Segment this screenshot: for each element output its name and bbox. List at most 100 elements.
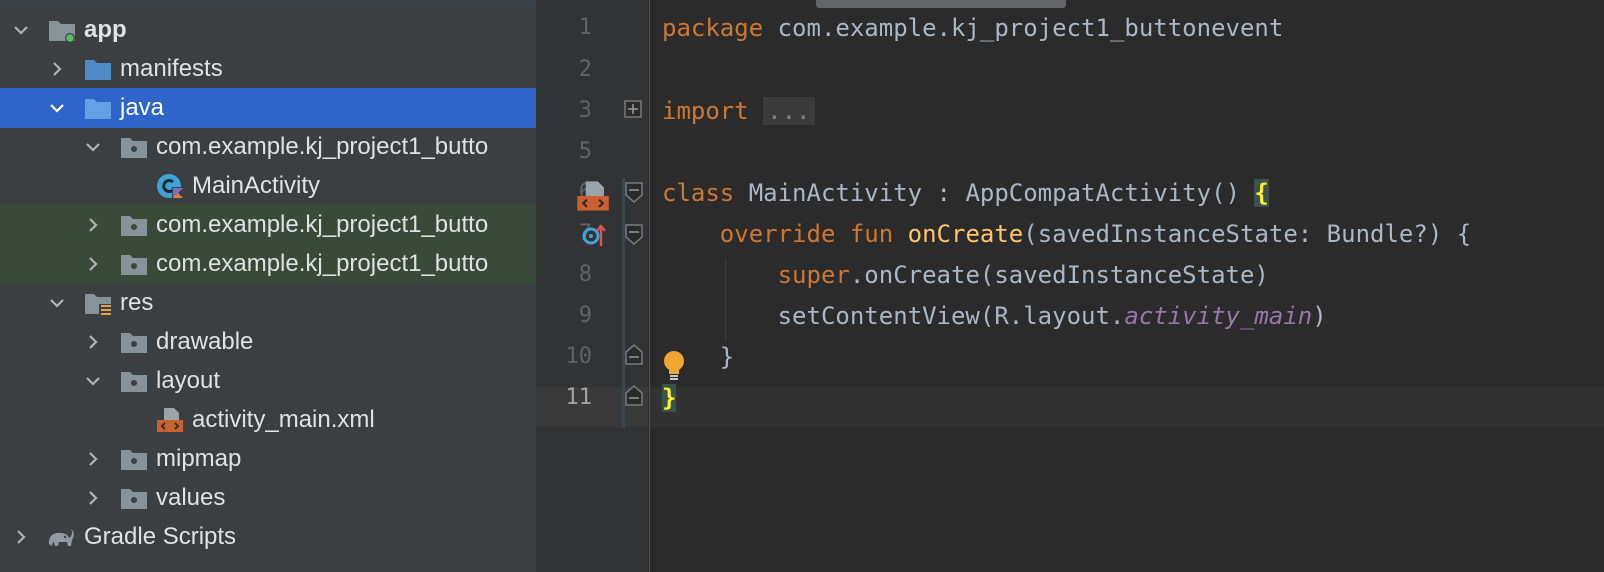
fold-expand-icon[interactable] [624, 100, 642, 118]
tree-item-label: values [156, 484, 226, 511]
class-declaration: MainActivity : AppCompatActivity() [734, 179, 1255, 207]
gradle-elephant-icon [46, 524, 74, 550]
code-line-1[interactable]: package com.example.kj_project1_buttonev… [662, 8, 1283, 48]
tree-item-res[interactable]: res [0, 283, 536, 323]
tree-item-package[interactable]: com.example.kj_project1_butto [0, 127, 536, 167]
kotlin-class-icon [156, 173, 184, 199]
tree-item-label: Gradle Scripts [84, 523, 237, 550]
tree-item-mipmap[interactable]: mipmap [0, 439, 536, 479]
tree-top-border [0, 0, 536, 8]
package-icon [120, 251, 148, 277]
method-call: .onCreate(savedInstanceState) [849, 261, 1269, 289]
chevron-right-icon[interactable] [82, 253, 104, 275]
chevron-down-icon[interactable] [82, 136, 104, 158]
module-folder-icon [48, 17, 76, 43]
tree-item-mainactivity[interactable]: MainActivity [0, 166, 536, 206]
layout-xml-icon [156, 407, 184, 433]
chevron-down-icon[interactable] [46, 292, 68, 314]
chevron-down-icon[interactable] [10, 19, 32, 41]
close-paren: ) [1312, 302, 1327, 330]
folder-icon [84, 95, 112, 121]
parameters: (savedInstanceState: Bundle?) { [1023, 220, 1472, 248]
tree-item-label: com.example.kj_project1_butto [156, 133, 489, 160]
tree-item-layout[interactable]: layout [0, 361, 536, 401]
layout-xml-gutter-icon[interactable] [576, 180, 610, 212]
tree-item-app[interactable]: app [0, 10, 536, 50]
code-line-9[interactable]: setContentView(R.layout.activity_main) [662, 296, 1327, 336]
fold-collapse-icon[interactable] [625, 224, 643, 246]
fold-end-icon[interactable] [625, 384, 643, 406]
tree-item-values[interactable]: values [0, 478, 536, 518]
tree-item-label: MainActivity [192, 172, 321, 199]
tree-item-label: app [84, 16, 127, 43]
tree-item-label: com.example.kj_project1_butto [156, 211, 489, 238]
tree-item-java[interactable]: java [0, 88, 536, 128]
line-number: 10 [565, 344, 593, 369]
tree-item-package[interactable]: com.example.kj_project1_butto [0, 205, 536, 245]
tree-item-manifests[interactable]: manifests [0, 49, 536, 89]
tree-item-gradle-scripts[interactable]: Gradle Scripts [0, 517, 536, 557]
line-number: 2 [578, 57, 592, 82]
chevron-down-icon[interactable] [82, 370, 104, 392]
code-line-7[interactable]: override fun onCreate(savedInstanceState… [662, 214, 1471, 254]
project-tree-panel: app manifests java com.example.kj_projec… [0, 0, 536, 572]
folder-icon [84, 56, 112, 82]
tree-item-activity-main-xml[interactable]: activity_main.xml [0, 400, 536, 440]
keyword: package [662, 14, 764, 42]
package-icon [120, 368, 148, 394]
tree-item-label: activity_main.xml [192, 406, 375, 433]
keyword: import [662, 97, 749, 125]
chevron-right-icon[interactable] [82, 214, 104, 236]
chevron-right-icon[interactable] [82, 331, 104, 353]
code-line-11[interactable]: } [662, 378, 677, 418]
tree-item-package[interactable]: com.example.kj_project1_butto [0, 244, 536, 284]
tree-item-label: manifests [120, 55, 223, 82]
gutter-separator [649, 0, 650, 572]
tree-item-label: java [120, 94, 165, 121]
current-line-highlight [650, 387, 1604, 427]
code-editor[interactable]: 1 2 3 5 6 7 8 9 10 11 package com.exampl… [536, 0, 1604, 572]
method-call: setContentView(R.layout. [777, 302, 1125, 330]
package-icon [120, 329, 148, 355]
code-line-6[interactable]: class MainActivity : AppCompatActivity()… [662, 173, 1269, 213]
line-number: 11 [565, 385, 593, 410]
closing-brace: } [662, 343, 735, 371]
override-method-icon[interactable] [582, 222, 608, 248]
folded-imports[interactable]: ... [763, 97, 815, 125]
field-reference: activity_main [1124, 302, 1313, 330]
package-icon [120, 485, 148, 511]
tree-item-label: res [120, 289, 154, 316]
line-number: 5 [578, 139, 592, 164]
matched-brace: } [662, 384, 677, 412]
package-icon [120, 134, 148, 160]
tree-item-label: layout [156, 367, 221, 394]
package-icon [120, 212, 148, 238]
line-number: 1 [578, 15, 592, 40]
intention-bulb-icon[interactable] [660, 226, 661, 227]
code-line-3[interactable]: import ... [662, 91, 815, 131]
resources-folder-icon [84, 290, 112, 316]
package-name: com.example.kj_project1_buttonevent [763, 14, 1284, 42]
matched-brace: { [1254, 179, 1269, 207]
horizontal-scrollbar[interactable] [816, 0, 1066, 8]
package-icon [120, 446, 148, 472]
line-number: 8 [578, 262, 592, 287]
fold-collapse-icon[interactable] [625, 182, 643, 204]
chevron-right-icon[interactable] [46, 58, 68, 80]
chevron-down-icon[interactable] [46, 97, 68, 119]
tree-item-drawable[interactable]: drawable [0, 322, 536, 362]
tree-item-label: com.example.kj_project1_butto [156, 250, 489, 277]
chevron-right-icon[interactable] [10, 526, 32, 548]
keyword: fun [849, 220, 894, 248]
chevron-right-icon[interactable] [82, 448, 104, 470]
code-line-10[interactable]: } [662, 337, 734, 377]
keyword: super [777, 261, 850, 289]
code-line-8[interactable]: super.onCreate(savedInstanceState) [662, 255, 1269, 295]
keyword: override [719, 220, 836, 248]
fold-end-icon[interactable] [625, 343, 643, 365]
chevron-right-icon[interactable] [82, 487, 104, 509]
